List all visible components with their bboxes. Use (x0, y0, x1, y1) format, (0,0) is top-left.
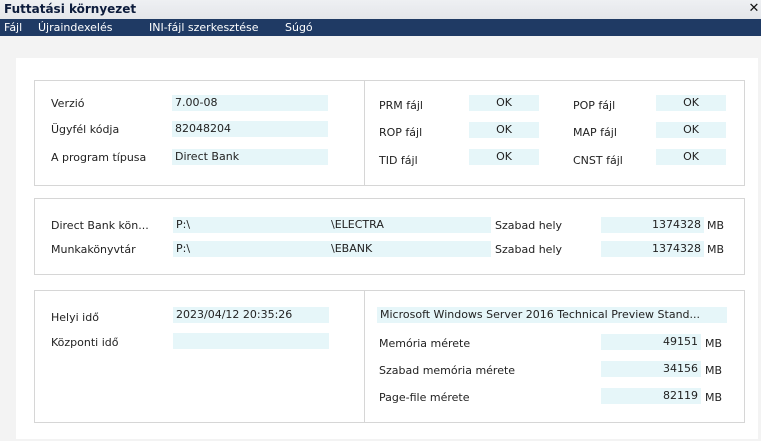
page-file-label: Page-file mérete (379, 391, 470, 404)
cnst-file-status: OK (656, 149, 726, 165)
program-type-field: Direct Bank (172, 149, 328, 165)
menu-ini-edit[interactable]: INI-fájl szerkesztése (149, 21, 259, 34)
work-dir-drive: P:\ (176, 242, 191, 255)
rop-file-status: OK (469, 122, 539, 138)
work-free-label: Szabad hely (495, 243, 563, 256)
files-panel: PRM fájl OK ROP fájl OK TID fájl OK POP … (364, 80, 745, 186)
os-name-field: Microsoft Windows Server 2016 Technical … (377, 307, 727, 323)
menu-reindex[interactable]: Újraindexelés (38, 21, 112, 34)
version-label: Verzió (51, 97, 85, 110)
page-file-field: 82119 (601, 388, 701, 404)
title-bar: Futtatási környezet ✕ (0, 0, 761, 20)
system-panel: Microsoft Windows Server 2016 Technical … (364, 290, 745, 423)
direct-bank-dir-path: \ELECTRA (331, 218, 384, 231)
central-time-field (173, 333, 329, 349)
memory-size-field: 49151 (601, 334, 701, 350)
client-code-field: 82048204 (172, 121, 328, 137)
map-file-status: OK (656, 122, 726, 138)
tid-file-status: OK (469, 149, 539, 165)
memory-size-unit: MB (705, 337, 723, 350)
work-free-field: 1374328 (601, 241, 704, 257)
client-code-label: Ügyfél kódja (51, 123, 120, 136)
window-title: Futtatási környezet (4, 2, 137, 16)
direct-bank-free-label: Szabad hely (495, 219, 563, 232)
pop-file-label: POP fájl (573, 99, 616, 112)
direct-bank-dir-label: Direct Bank kön... (51, 219, 149, 232)
direct-bank-free-field: 1374328 (601, 217, 704, 233)
pop-file-status: OK (656, 95, 726, 111)
free-memory-unit: MB (705, 364, 723, 377)
content-area: Verzió 7.00-08 Ügyfél kódja 82048204 A p… (16, 58, 758, 439)
close-icon[interactable]: ✕ (747, 1, 761, 17)
free-memory-field: 34156 (601, 361, 701, 377)
central-time-label: Központi idő (51, 336, 119, 349)
version-field: 7.00-08 (172, 95, 328, 111)
map-file-label: MAP fájl (573, 126, 617, 139)
free-memory-label: Szabad memória mérete (379, 364, 516, 377)
menu-help[interactable]: Súgó (285, 21, 313, 34)
directories-panel: Direct Bank kön... P:\ \ELECTRA Szabad h… (34, 198, 745, 275)
menu-bar: Fájl Újraindexelés INI-fájl szerkesztése… (0, 19, 761, 36)
work-dir-path: \EBANK (331, 242, 373, 255)
program-info-panel: Verzió 7.00-08 Ügyfél kódja 82048204 A p… (34, 80, 365, 186)
rop-file-label: ROP fájl (379, 126, 423, 139)
local-time-label: Helyi idő (51, 311, 99, 324)
memory-size-label: Memória mérete (379, 337, 471, 350)
direct-bank-dir-field: P:\ \ELECTRA (173, 217, 491, 233)
program-type-label: A program típusa (51, 151, 147, 164)
prm-file-label: PRM fájl (379, 99, 423, 112)
work-free-unit: MB (707, 243, 725, 256)
page-file-unit: MB (705, 391, 723, 404)
time-panel: Helyi idő 2023/04/12 20:35:26 Központi i… (34, 290, 365, 423)
work-dir-label: Munkakönyvtár (51, 243, 136, 256)
direct-bank-free-unit: MB (707, 219, 725, 232)
direct-bank-dir-drive: P:\ (176, 218, 191, 231)
cnst-file-label: CNST fájl (573, 154, 623, 167)
local-time-field: 2023/04/12 20:35:26 (173, 307, 329, 323)
tid-file-label: TID fájl (379, 154, 418, 167)
prm-file-status: OK (469, 95, 539, 111)
work-dir-field: P:\ \EBANK (173, 241, 491, 257)
menu-file[interactable]: Fájl (4, 21, 22, 34)
